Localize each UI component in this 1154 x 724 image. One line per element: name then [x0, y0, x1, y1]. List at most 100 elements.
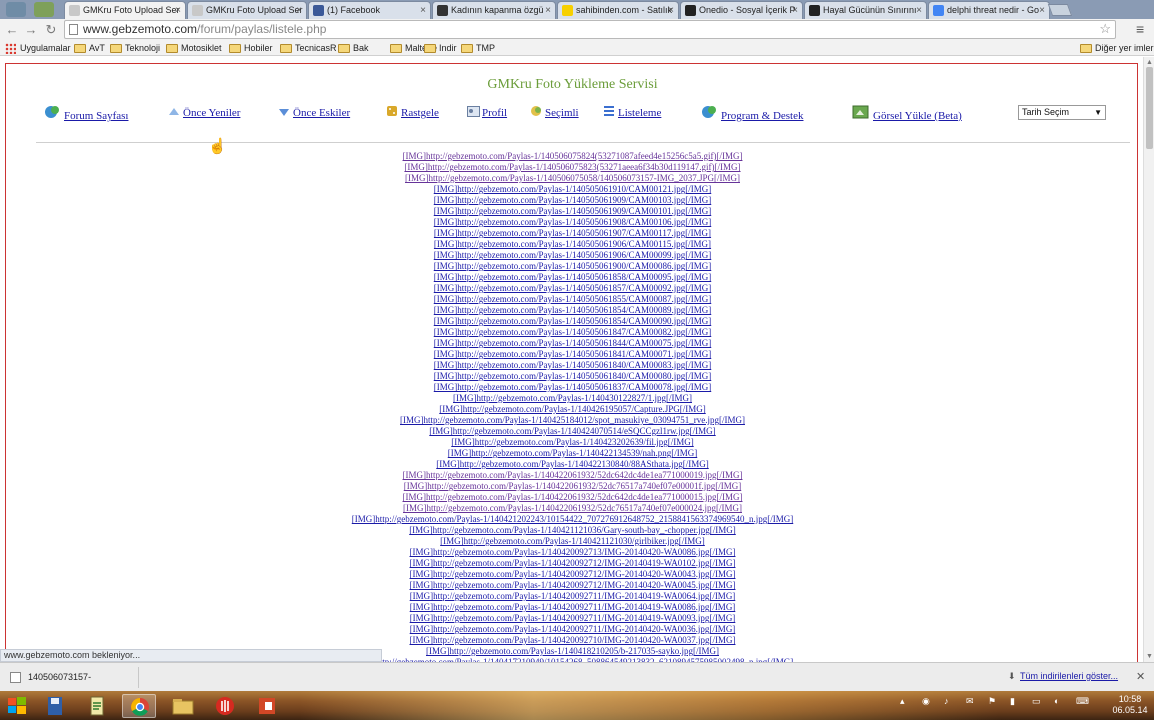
speaker-icon[interactable]: ◐: [1054, 696, 1059, 706]
scroll-thumb[interactable]: [1146, 67, 1153, 149]
browser-tab[interactable]: Onedio - Sosyal İçerik P ×: [680, 1, 803, 19]
dice-icon[interactable]: [386, 104, 398, 122]
image-link[interactable]: [IMG]http://gebzemoto.com/Paylas-1/14050…: [6, 184, 1139, 195]
volume-icon[interactable]: ♪: [944, 696, 949, 706]
image-link[interactable]: [IMG]http://gebzemoto.com/Paylas-1/14050…: [6, 327, 1139, 338]
tab-close-icon[interactable]: ×: [792, 2, 798, 19]
network-icon[interactable]: ◉: [922, 696, 930, 707]
image-link[interactable]: [IMG]http://gebzemoto.com/Paylas-1/14050…: [6, 272, 1139, 283]
show-all-downloads-link[interactable]: ⬇ Tüm indirilenleri göster...: [1008, 671, 1118, 681]
close-icon[interactable]: ✕: [1136, 670, 1145, 683]
forum-icon[interactable]: [43, 104, 61, 125]
chat-icon[interactable]: ✉: [966, 696, 974, 707]
tab-close-icon[interactable]: ×: [668, 2, 674, 19]
vertical-scrollbar[interactable]: ▲ ▼: [1143, 57, 1154, 662]
browser-tab[interactable]: delphi threat nedir - Go ×: [928, 1, 1050, 19]
image-link[interactable]: [IMG]http://gebzemoto.com/Paylas-1/14042…: [6, 459, 1139, 470]
browser-tab[interactable]: sahibinden.com - Satılık ×: [557, 1, 679, 19]
tab-close-icon[interactable]: ×: [175, 2, 181, 19]
list-icon[interactable]: [603, 104, 615, 122]
bookmark-item[interactable]: Uygulamalar: [5, 41, 71, 55]
signal-icon[interactable]: ▮: [1010, 696, 1015, 707]
image-link[interactable]: [IMG]http://gebzemoto.com/Paylas-1/14050…: [6, 371, 1139, 382]
image-link[interactable]: [IMG]http://gebzemoto.com/Paylas-1/14050…: [6, 305, 1139, 316]
bookmark-item[interactable]: AvT: [74, 41, 105, 55]
bookmark-star-icon[interactable]: ☆: [1099, 20, 1111, 37]
image-link[interactable]: [IMG]http://gebzemoto.com/Paylas-1/14050…: [6, 261, 1139, 272]
image-link[interactable]: [IMG]http://gebzemoto.com/Paylas-1/14042…: [6, 492, 1139, 503]
chrome-menu-icon[interactable]: ≡: [1136, 21, 1144, 37]
image-link[interactable]: [IMG]http://gebzemoto.com/Paylas-1/14050…: [6, 228, 1139, 239]
image-link[interactable]: [IMG]http://gebzemoto.com/Paylas-1/14042…: [6, 470, 1139, 481]
arrow-up-icon[interactable]: [168, 104, 180, 122]
nav-link[interactable]: Seçimli: [545, 107, 579, 119]
save-app-icon[interactable]: [38, 694, 72, 718]
back-button[interactable]: ←: [3, 21, 21, 38]
image-link[interactable]: [IMG]http://gebzemoto.com/Paylas-1/14050…: [6, 217, 1139, 228]
taskbar-clock[interactable]: 10:58 06.05.14: [1108, 694, 1152, 716]
profile-icon[interactable]: [467, 104, 480, 122]
tab-close-icon[interactable]: ×: [916, 2, 922, 19]
bookmark-item[interactable]: Teknoloji: [110, 41, 160, 55]
browser-tab[interactable]: Hayal Gücünün Sınırını ×: [804, 1, 927, 19]
image-link[interactable]: [IMG]http://gebzemoto.com/Paylas-1/14050…: [6, 382, 1139, 393]
image-link[interactable]: [IMG]http://gebzemoto.com/Paylas-1/14050…: [6, 162, 1139, 173]
profile-button[interactable]: [34, 2, 54, 17]
office-app-icon[interactable]: [250, 694, 284, 718]
bookmark-item[interactable]: TMP: [461, 41, 495, 55]
image-link[interactable]: [IMG]http://gebzemoto.com/Paylas-1/14042…: [6, 569, 1139, 580]
tab-close-icon[interactable]: ×: [420, 2, 426, 19]
image-link[interactable]: [IMG]http://gebzemoto.com/Paylas-1/14050…: [6, 349, 1139, 360]
image-link[interactable]: [IMG]http://gebzemoto.com/Paylas-1/14042…: [6, 437, 1139, 448]
image-link[interactable]: [IMG]http://gebzemoto.com/Paylas-1/14042…: [6, 558, 1139, 569]
image-link[interactable]: [IMG]http://gebzemoto.com/Paylas-1/14050…: [6, 250, 1139, 261]
nav-link[interactable]: Görsel Yükle (Beta): [873, 110, 962, 122]
image-link[interactable]: [IMG]http://gebzemoto.com/Paylas-1/14050…: [6, 360, 1139, 371]
nav-link[interactable]: Rastgele: [401, 107, 439, 119]
notepad-app-icon[interactable]: [80, 694, 114, 718]
image-link[interactable]: [IMG]http://gebzemoto.com/Paylas-1/14042…: [6, 536, 1139, 547]
image-link[interactable]: [IMG]http://gebzemoto.com/Paylas-1/14050…: [6, 173, 1139, 184]
bookmark-item[interactable]: Indir: [424, 41, 457, 55]
image-link[interactable]: [IMG]http://gebzemoto.com/Paylas-1/14042…: [6, 415, 1139, 426]
image-link[interactable]: [IMG]http://gebzemoto.com/Paylas-1/14042…: [6, 404, 1139, 415]
image-link[interactable]: [IMG]http://gebzemoto.com/Paylas-1/14042…: [6, 591, 1139, 602]
browser-tab[interactable]: GMKru Foto Upload Ser ×: [187, 1, 307, 19]
image-link[interactable]: [IMG]http://gebzemoto.com/Paylas-1/14050…: [6, 283, 1139, 294]
chrome-app-icon[interactable]: [122, 694, 156, 718]
sort-select[interactable]: Tarih Seçim ▼: [1018, 105, 1106, 120]
bookmark-item[interactable]: TecnicasR: [280, 41, 337, 55]
image-link[interactable]: [IMG]http://gebzemoto.com/Paylas-1/14042…: [6, 426, 1139, 437]
flag-icon[interactable]: ⚑: [988, 696, 996, 707]
new-tab-button[interactable]: [1047, 4, 1073, 16]
window-menu-button[interactable]: [6, 2, 26, 17]
support-icon[interactable]: [700, 104, 718, 125]
battery-icon[interactable]: ▭: [1032, 696, 1041, 707]
bookmark-item[interactable]: Motosiklet: [166, 41, 222, 55]
image-link[interactable]: [IMG]http://gebzemoto.com/Paylas-1/14042…: [6, 624, 1139, 635]
image-link[interactable]: [IMG]http://gebzemoto.com/Paylas-1/14050…: [6, 338, 1139, 349]
nav-link[interactable]: Listeleme: [618, 107, 661, 119]
image-link[interactable]: [IMG]http://gebzemoto.com/Paylas-1/14042…: [6, 613, 1139, 624]
image-link[interactable]: [IMG]http://gebzemoto.com/Paylas-1/14042…: [6, 580, 1139, 591]
browser-tab[interactable]: Kadının kapanma özgü ×: [432, 1, 556, 19]
tab-close-icon[interactable]: ×: [545, 2, 551, 19]
browser-tab[interactable]: GMKru Foto Upload Ser ×: [64, 1, 186, 20]
image-link[interactable]: [IMG]http://gebzemoto.com/Paylas-1/14043…: [6, 393, 1139, 404]
image-link[interactable]: [IMG]http://gebzemoto.com/Paylas-1/14042…: [6, 503, 1139, 514]
nav-link[interactable]: Önce Yeniler: [183, 107, 240, 119]
scroll-up-icon[interactable]: ▲: [1146, 59, 1153, 66]
arrow-down-icon[interactable]: [278, 104, 290, 122]
explorer-app-icon[interactable]: [166, 694, 200, 718]
image-link[interactable]: [IMG]http://gebzemoto.com/Paylas-1/14050…: [6, 206, 1139, 217]
tray-arrow-icon[interactable]: ▴: [900, 696, 905, 707]
tab-close-icon[interactable]: ×: [296, 2, 302, 19]
media-app-icon[interactable]: [208, 694, 242, 718]
download-item[interactable]: 140506073157-IMG_....JPG: [4, 667, 134, 703]
image-link[interactable]: [IMG]http://gebzemoto.com/Paylas-1/14042…: [6, 635, 1139, 646]
bookmark-item[interactable]: Hobiler: [229, 41, 273, 55]
image-link[interactable]: [IMG]http://gebzemoto.com/Paylas-1/14042…: [6, 525, 1139, 536]
image-link[interactable]: [IMG]http://gebzemoto.com/Paylas-1/14042…: [6, 547, 1139, 558]
upload-icon[interactable]: [852, 104, 869, 124]
bookmark-item[interactable]: Bak: [338, 41, 369, 55]
